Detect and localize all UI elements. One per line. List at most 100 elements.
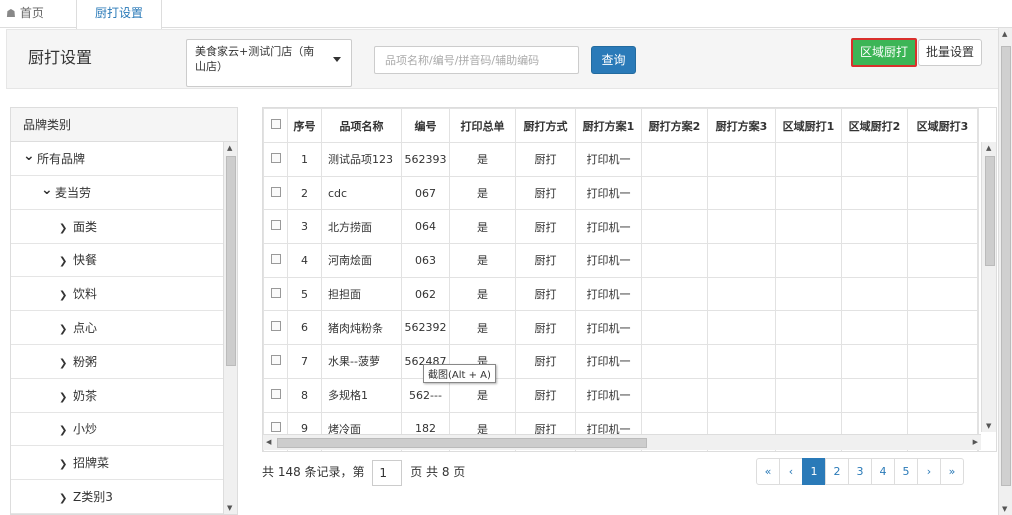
area-kitchen-print-button[interactable]: 区域厨打 (851, 38, 917, 67)
tab-kitchen-print-settings[interactable]: 厨打设置 (76, 0, 162, 29)
chevron-right-icon[interactable]: ❯ (59, 414, 73, 448)
tree-item-label: 奶茶 (73, 388, 98, 403)
column-header[interactable]: 厨打方案3 (707, 108, 776, 143)
table-vertical-scrollbar[interactable]: ▲ ▼ (981, 142, 996, 432)
row-checkbox[interactable] (270, 253, 281, 264)
row-checkbox[interactable] (270, 354, 281, 365)
tree-scrollbar[interactable]: ▲ ▼ (223, 142, 237, 514)
chevron-right-icon[interactable]: ❯ (59, 482, 73, 514)
column-header[interactable]: 厨打方式 (515, 108, 576, 143)
table-cell (907, 310, 978, 346)
tab-home[interactable]: ☗ 首页 (6, 0, 74, 28)
chevron-right-icon[interactable]: ❯ (59, 279, 73, 313)
page-scrollbar[interactable]: ▲ ▼ (998, 28, 1012, 515)
scroll-up-icon[interactable]: ▲ (1002, 30, 1007, 38)
scroll-down-icon[interactable]: ▼ (227, 504, 232, 512)
page-button[interactable]: ‹ (779, 458, 803, 485)
row-checkbox[interactable] (270, 287, 281, 298)
tree-item[interactable]: ❯ 粉粥 (11, 345, 223, 379)
row-checkbox[interactable] (270, 220, 281, 231)
table-cell (841, 310, 908, 346)
page-button[interactable]: 4 (871, 458, 895, 485)
page-button[interactable]: 5 (894, 458, 918, 485)
table-cell: 是 (449, 209, 516, 245)
column-header[interactable]: 厨打方案1 (575, 108, 642, 143)
tree-item[interactable]: ❯ 快餐 (11, 243, 223, 279)
category-tree: 品牌类别 ⌄ 所有品牌 ⌄ 麦当劳 ❯ 面类 ❯ 快餐 ❯ 饮料 ❯ 点心 ❯ 粉粥 ❯ 奶茶 ❯ 小炒 ❯ 招牌菜 ❯… (10, 107, 238, 515)
batch-settings-button[interactable]: 批量设置 (918, 39, 982, 66)
row-select-cell (263, 310, 288, 346)
table-row[interactable]: 8 多规格1 562--- 是厨打 打印机一 (263, 377, 979, 413)
tree-item[interactable]: ⌄ 麦当劳 (11, 176, 223, 210)
page-button[interactable]: » (940, 458, 964, 485)
chevron-right-icon[interactable]: ❯ (59, 212, 73, 246)
table-row[interactable]: 6 猪肉炖粉条 562392 是厨打 打印机一 (263, 310, 979, 346)
table-cell: 测试品项123 (321, 142, 402, 177)
table-row[interactable]: 3 北方捞面 064 是厨打 打印机一 (263, 209, 979, 245)
column-header[interactable]: 编号 (401, 108, 450, 143)
table-cell: 厨打 (515, 377, 576, 413)
page-button[interactable]: « (756, 458, 780, 485)
column-header[interactable]: 打印总单 (449, 108, 516, 143)
page-button[interactable]: 3 (848, 458, 872, 485)
table-cell: 067 (401, 175, 450, 211)
scroll-up-icon[interactable]: ▲ (986, 144, 991, 152)
page-button[interactable]: 1 (802, 458, 826, 485)
table-cell (707, 209, 776, 245)
table-cell: 北方捞面 (321, 209, 402, 245)
row-select-cell (263, 175, 288, 211)
scroll-down-icon[interactable]: ▼ (1002, 505, 1007, 513)
tree-item[interactable]: ❯ 点心 (11, 311, 223, 345)
select-all-checkbox[interactable] (270, 119, 281, 129)
query-button[interactable]: 查询 (591, 46, 636, 74)
column-header[interactable]: 序号 (287, 108, 322, 143)
table-vscroll-thumb[interactable] (985, 156, 995, 266)
table-row[interactable]: 4 河南烩面 063 是厨打 打印机一 (263, 243, 979, 278)
table-hscroll-thumb[interactable] (277, 438, 647, 448)
tree-item[interactable]: ⌄ 所有品牌 (11, 142, 223, 176)
table-row[interactable]: 7 水果--菠萝 562487 是厨打 打印机一 (263, 344, 979, 379)
table-cell (841, 209, 908, 245)
tree-scroll-thumb[interactable] (226, 156, 236, 366)
chevron-right-icon[interactable]: ❯ (59, 313, 73, 347)
table-cell (907, 209, 978, 245)
column-header[interactable]: 厨打方案2 (641, 108, 708, 143)
table-row[interactable]: 5 担担面 062 是厨打 打印机一 (263, 276, 979, 312)
chevron-right-icon[interactable]: ❯ (59, 381, 73, 415)
scroll-up-icon[interactable]: ▲ (227, 144, 232, 152)
row-checkbox[interactable] (270, 388, 281, 399)
store-select[interactable]: 美食家云+测试门店（南山店） (186, 39, 352, 87)
table-horizontal-scrollbar[interactable]: ◀ ▶ (263, 434, 981, 450)
tree-item[interactable]: ❯ 面类 (11, 210, 223, 244)
row-checkbox[interactable] (270, 186, 281, 197)
chevron-right-icon[interactable]: ❯ (59, 347, 73, 381)
column-header[interactable]: 区域厨打2 (841, 108, 908, 143)
table-row[interactable]: 1 测试品项123 562393 是厨打 打印机一 (263, 142, 979, 177)
tree-item[interactable]: ❯ 奶茶 (11, 379, 223, 413)
chevron-right-icon[interactable]: ❯ (59, 448, 73, 482)
page-scroll-thumb[interactable] (1001, 46, 1011, 486)
chevron-right-icon[interactable]: ❯ (59, 245, 73, 279)
search-input[interactable] (374, 46, 579, 74)
items-table: 序号 品项名称 编号 打印总单 厨打方式 厨打方案1 厨打方案2 厨打方案3 区域厨打1 区域厨打… (262, 107, 997, 452)
column-header[interactable]: 区域厨打1 (775, 108, 842, 143)
scroll-down-icon[interactable]: ▼ (986, 422, 991, 430)
scroll-left-icon[interactable]: ◀ (266, 438, 271, 446)
tree-item[interactable]: ❯ 小炒 (11, 412, 223, 448)
chevron-down-icon[interactable]: ⌄ (41, 173, 55, 207)
column-header[interactable]: 区域厨打3 (907, 108, 978, 143)
table-cell (775, 209, 842, 245)
tree-item[interactable]: ❯ 招牌菜 (11, 446, 223, 482)
tree-item[interactable]: ❯ 饮料 (11, 277, 223, 313)
page-button[interactable]: › (917, 458, 941, 485)
tree-item[interactable]: ❯ Z类别3 (11, 480, 223, 514)
chevron-down-icon[interactable]: ⌄ (23, 139, 37, 173)
row-checkbox[interactable] (270, 152, 281, 163)
column-header[interactable]: 品项名称 (321, 108, 402, 143)
scroll-right-icon[interactable]: ▶ (973, 438, 978, 446)
page-button[interactable]: 2 (825, 458, 849, 485)
page-number-input[interactable]: 1 (372, 459, 403, 486)
row-checkbox[interactable] (270, 321, 281, 332)
row-checkbox[interactable] (270, 422, 281, 433)
table-row[interactable]: 2 cdc 067 是厨打 打印机一 (263, 175, 979, 211)
